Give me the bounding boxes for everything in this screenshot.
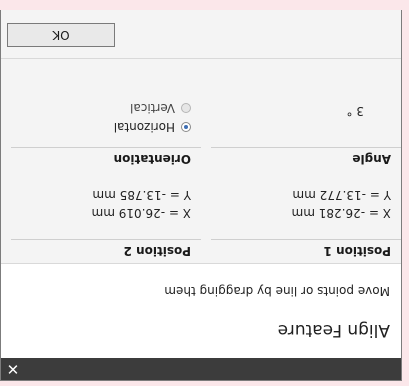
orientation-title: Orientation [113,152,191,166]
angle-group: Angle 3 ° [201,62,401,172]
close-icon[interactable]: ✕ [3,359,23,379]
title-bar: ✕ [1,358,401,380]
orientation-vertical-radio[interactable]: Vertical [130,101,191,115]
dialog-header: Align Feature Move points or line by dra… [1,263,401,358]
dialog-title: Align Feature [277,320,390,340]
horizontal-label: Horizontal [113,120,175,134]
dialog-instructions: Move points or line by dragging them [164,284,390,298]
position-2-y: Y = -13.785 mm [92,188,191,202]
position-1-x: X = -26.281 mm [291,206,391,220]
dialog-footer: OK [1,10,401,59]
position-2-x: X = -26.019 mm [91,206,191,220]
ok-button[interactable]: OK [7,23,115,47]
angle-value: 3 ° [346,104,364,118]
orientation-group: Orientation Horizontal Vertical [1,62,201,172]
position-1-y: Y = -13.772 mm [292,188,391,202]
dialog-content: Position 1 X = -26.281 mm Y = -13.772 mm… [1,59,401,264]
radio-selected-icon[interactable] [181,122,191,132]
align-feature-dialog: ✕ Align Feature Move points or line by d… [0,10,402,381]
radio-unselected-icon[interactable] [181,103,191,113]
divider [11,147,201,148]
divider [211,239,401,240]
divider [211,147,401,148]
position-2-group: Position 2 X = -26.019 mm Y = -13.785 mm [1,164,201,264]
rotated-screen: ✕ Align Feature Move points or line by d… [0,0,409,386]
orientation-horizontal-radio[interactable]: Horizontal [114,120,191,134]
divider [11,239,201,240]
position-2-title: Position 2 [123,244,191,258]
vertical-label: Vertical [130,101,175,115]
angle-title: Angle [352,152,391,166]
position-1-title: Position 1 [323,244,391,258]
position-1-group: Position 1 X = -26.281 mm Y = -13.772 mm [201,164,401,264]
